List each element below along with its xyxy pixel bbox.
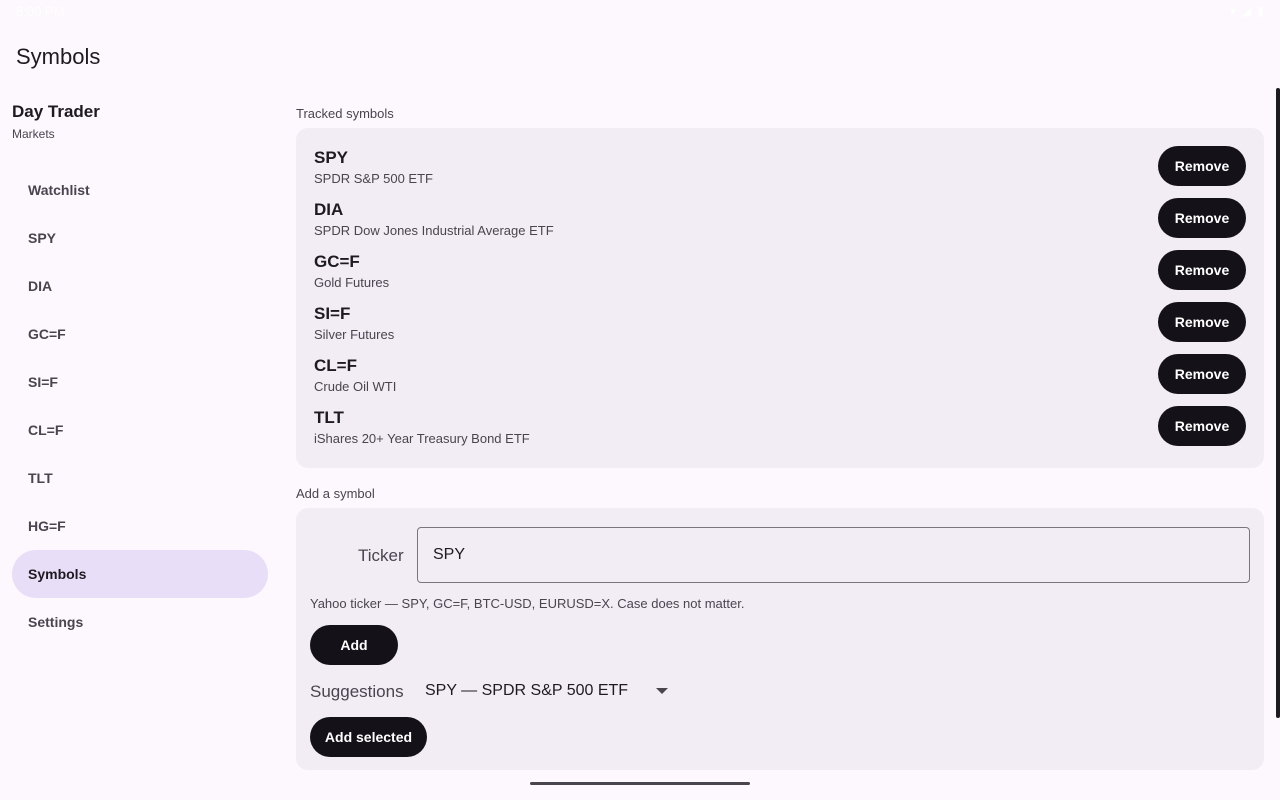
symbol-name: Gold Futures [314,275,390,290]
ticker-label: Ticker [358,546,404,565]
symbol-name: Silver Futures [314,327,395,342]
nav-item-si-f[interactable]: SI=F [12,358,268,406]
remove-dia-button[interactable]: Remove [1158,198,1246,238]
nav-item-symbols[interactable]: Symbols [12,550,268,598]
nav-item-gc-f[interactable]: GC=F [12,310,268,358]
nav-item-cl-f[interactable]: CL=F [12,406,268,454]
add-symbol-label: Add a symbol [296,486,375,501]
signal-icon: ◢ [1242,4,1252,18]
nav-item-hg-f[interactable]: HG=F [12,502,268,550]
nav-item-dia[interactable]: DIA [12,262,268,310]
symbol-row: TLT iShares 20+ Year Treasury Bond ETF R… [314,406,1246,458]
symbol-ticker: SI=F [314,304,351,323]
symbol-ticker: DIA [314,200,344,219]
suggestions-dropdown[interactable]: SPY — SPDR S&P 500 ETF [425,682,669,700]
symbol-row: GC=F Gold Futures Remove [314,250,1246,302]
page-title: Symbols [16,44,101,69]
app-subtitle: Markets [12,127,55,141]
nav-item-tlt[interactable]: TLT [12,454,268,502]
symbol-row: CL=F Crude Oil WTI Remove [314,354,1246,406]
wifi-icon: ▾ [1230,4,1237,18]
add-symbol-card: Ticker Yahoo ticker — SPY, GC=F, BTC-USD… [296,508,1264,770]
scrollbar[interactable] [1276,88,1280,718]
remove-si-f-button[interactable]: Remove [1158,302,1246,342]
remove-spy-button[interactable]: Remove [1158,146,1246,186]
remove-tlt-button[interactable]: Remove [1158,406,1246,446]
app-name: Day Trader [12,102,100,121]
symbol-row: SI=F Silver Futures Remove [314,302,1246,354]
nav-item-spy[interactable]: SPY [12,214,268,262]
symbol-ticker: TLT [314,408,344,427]
symbol-ticker: GC=F [314,252,360,271]
tracked-symbols-label: Tracked symbols [296,106,394,121]
status-time: 8:00 PM [16,4,65,19]
symbol-name: SPDR S&P 500 ETF [314,171,433,186]
symbol-name: Crude Oil WTI [314,379,397,394]
suggestion-selected-value: SPY — SPDR S&P 500 ETF [425,682,629,699]
symbol-name: iShares 20+ Year Treasury Bond ETF [314,431,530,446]
remove-gc-f-button[interactable]: Remove [1158,250,1246,290]
symbol-ticker: SPY [314,148,349,167]
symbol-row: SPY SPDR S&P 500 ETF Remove [314,146,1246,198]
home-indicator[interactable] [530,782,750,785]
symbol-row: DIA SPDR Dow Jones Industrial Average ET… [314,198,1246,250]
nav-item-watchlist[interactable]: Watchlist [12,166,268,214]
navigation-drawer: Watchlist SPY DIA GC=F SI=F CL=F TLT HG=… [12,166,268,646]
symbol-ticker: CL=F [314,356,357,375]
ticker-input[interactable] [417,527,1250,583]
tracked-symbols-card: SPY SPDR S&P 500 ETF Remove DIA SPDR Dow… [296,128,1264,468]
remove-cl-f-button[interactable]: Remove [1158,354,1246,394]
dropdown-caret-icon [656,688,669,694]
add-button[interactable]: Add [310,625,398,665]
ticker-helper-text: Yahoo ticker — SPY, GC=F, BTC-USD, EURUS… [310,596,745,611]
status-icons: ▾ ◢ ▮ [1230,4,1264,18]
nav-item-settings[interactable]: Settings [12,598,268,646]
add-selected-button[interactable]: Add selected [310,717,427,757]
symbol-name: SPDR Dow Jones Industrial Average ETF [314,223,554,238]
battery-icon: ▮ [1257,4,1264,18]
suggestions-label: Suggestions [310,682,404,701]
drawer-header: Day Trader Markets [12,102,100,141]
status-bar: 8:00 PM ▾ ◢ ▮ [0,0,1280,24]
